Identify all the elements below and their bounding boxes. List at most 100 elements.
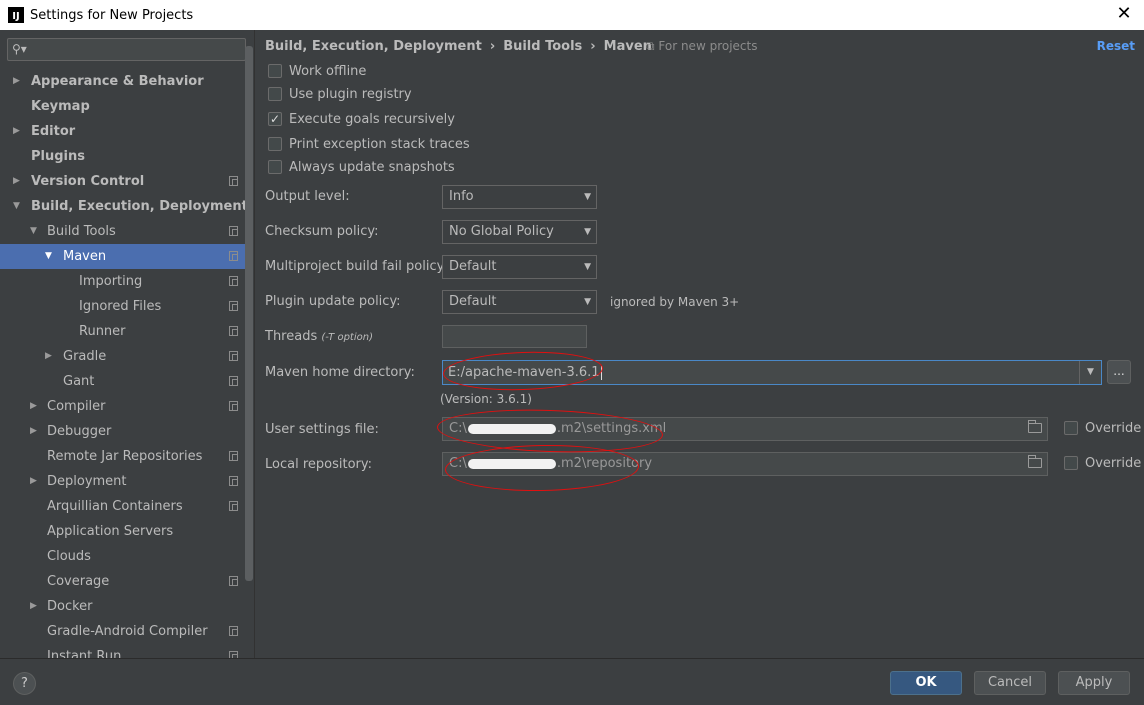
search-input[interactable]: ⚲▾: [7, 38, 246, 61]
sidebar-item-label: Appearance & Behavior: [31, 74, 204, 89]
sidebar-item-version-control[interactable]: ▶ Version Control: [0, 169, 245, 194]
checkbox[interactable]: [268, 136, 282, 151]
sidebar-item-remote-jar-repositories[interactable]: Remote Jar Repositories: [0, 444, 245, 469]
project-copy-icon: [229, 376, 238, 386]
sidebar-item-build-tools[interactable]: ▼ Build Tools: [0, 219, 245, 244]
redacted-mark: [467, 423, 556, 434]
dropdown-arrow-icon: ▼: [584, 192, 591, 202]
sidebar-item-deployment[interactable]: ▶ Deployment: [0, 469, 245, 494]
multiproject-fail-policy-select[interactable]: Default ▼: [442, 255, 597, 279]
plugin-update-policy-label: Plugin update policy:: [265, 294, 401, 309]
expand-right-icon[interactable]: ▶: [30, 469, 37, 494]
sidebar-item-label: Application Servers: [47, 524, 174, 539]
execute-goals-recursively-checkbox[interactable]: Execute goals recursively: [268, 109, 455, 130]
breadcrumb: Build, Execution, Deployment › Build Tools…: [265, 39, 652, 54]
cancel-button[interactable]: Cancel: [974, 671, 1046, 695]
print-exception-stack-traces-checkbox[interactable]: Print exception stack traces: [268, 135, 470, 155]
expand-right-icon[interactable]: ▶: [13, 169, 20, 194]
expand-down-icon[interactable]: ▼: [13, 194, 20, 219]
project-copy-icon: [229, 476, 238, 486]
sidebar-item-label: Importing: [79, 274, 143, 289]
sidebar-item-coverage[interactable]: Coverage: [0, 569, 245, 594]
threads-input[interactable]: [442, 325, 587, 348]
dropdown-arrow-icon[interactable]: ▼: [1079, 361, 1101, 384]
sidebar-item-compiler[interactable]: ▶ Compiler: [0, 394, 245, 419]
expand-down-icon[interactable]: ▼: [30, 219, 37, 244]
breadcrumb-item: Build Tools: [503, 39, 583, 54]
ok-button[interactable]: OK: [890, 671, 962, 695]
sidebar-item-gant[interactable]: Gant: [0, 369, 245, 394]
sidebar-item-appearance-behavior[interactable]: ▶ Appearance & Behavior: [0, 69, 245, 94]
checkbox[interactable]: [268, 159, 282, 174]
sidebar-scrollbar[interactable]: [245, 46, 253, 581]
work-offline-checkbox[interactable]: Work offline: [268, 62, 366, 82]
sidebar-item-label: Gradle-Android Compiler: [47, 624, 208, 639]
sidebar-item-application-servers[interactable]: Application Servers: [0, 519, 245, 544]
sidebar-item-label: Editor: [31, 124, 76, 139]
sidebar-item-label: Clouds: [47, 549, 91, 564]
sidebar-item-build-execution-deployment[interactable]: ▼ Build, Execution, Deployment: [0, 194, 248, 219]
sidebar-item-keymap[interactable]: Keymap: [0, 94, 245, 119]
sidebar-item-instant-run[interactable]: Instant Run: [0, 644, 245, 658]
plugin-update-note: ignored by Maven 3+: [610, 295, 740, 309]
output-level-select[interactable]: Info ▼: [442, 185, 597, 209]
sidebar-item-label: Maven: [63, 249, 107, 264]
maven-home-select[interactable]: E:/apache-maven-3.6.1 ▼: [442, 360, 1102, 385]
project-copy-icon: [229, 176, 238, 186]
sidebar-item-docker[interactable]: ▶ Docker: [0, 594, 245, 619]
sidebar-item-importing[interactable]: Importing: [0, 269, 245, 294]
checkbox[interactable]: [1064, 455, 1078, 470]
plugin-update-policy-select[interactable]: Default ▼: [442, 290, 597, 314]
project-copy-icon: [229, 401, 238, 411]
user-settings-field[interactable]: C:\ .m2\settings.xml: [442, 417, 1048, 441]
user-settings-override-checkbox[interactable]: Override: [1064, 419, 1141, 439]
sidebar-item-label: Version Control: [31, 174, 145, 189]
expand-right-icon[interactable]: ▶: [30, 419, 37, 444]
expand-right-icon[interactable]: ▶: [13, 69, 20, 94]
checkbox[interactable]: [268, 86, 282, 101]
sidebar-item-label: Build Tools: [47, 224, 116, 239]
checkbox[interactable]: [268, 63, 282, 78]
sidebar-item-label: Arquillian Containers: [47, 499, 183, 514]
intellij-app-icon: IJ: [8, 7, 24, 23]
browse-button[interactable]: ...: [1107, 360, 1131, 384]
checksum-policy-select[interactable]: No Global Policy ▼: [442, 220, 597, 244]
project-copy-icon: [229, 626, 238, 636]
output-level-label: Output level:: [265, 189, 350, 204]
sidebar-item-maven[interactable]: ▼ Maven: [0, 244, 245, 269]
sidebar-item-label: Build, Execution, Deployment: [31, 199, 248, 214]
sidebar-item-ignored-files[interactable]: Ignored Files: [0, 294, 245, 319]
sidebar-item-clouds[interactable]: Clouds: [0, 544, 245, 569]
sidebar-item-label: Debugger: [47, 424, 112, 439]
sidebar-item-gradle[interactable]: ▶ Gradle: [0, 344, 245, 369]
sidebar-item-label: Gant: [63, 374, 95, 389]
sidebar-item-gradle-android-compiler[interactable]: Gradle-Android Compiler: [0, 619, 245, 644]
dialog-footer: ? OK Cancel Apply: [0, 658, 1144, 705]
always-update-snapshots-checkbox[interactable]: Always update snapshots: [268, 158, 455, 178]
apply-button[interactable]: Apply: [1058, 671, 1130, 695]
help-button[interactable]: ?: [13, 672, 36, 695]
folder-icon[interactable]: [1028, 455, 1042, 468]
sidebar-item-arquillian-containers[interactable]: Arquillian Containers: [0, 494, 245, 519]
folder-icon[interactable]: [1028, 420, 1042, 433]
project-copy-icon: [229, 301, 238, 311]
local-repository-field[interactable]: C:\ .m2\repository: [442, 452, 1048, 476]
sidebar-item-debugger[interactable]: ▶ Debugger: [0, 419, 245, 444]
expand-down-icon[interactable]: ▼: [45, 244, 52, 269]
expand-right-icon[interactable]: ▶: [30, 394, 37, 419]
sidebar-item-plugins[interactable]: Plugins: [0, 144, 245, 169]
close-icon[interactable]: ✕: [1114, 4, 1134, 24]
expand-right-icon[interactable]: ▶: [45, 344, 52, 369]
checkbox-checked[interactable]: [268, 109, 282, 129]
sidebar-item-runner[interactable]: Runner: [0, 319, 245, 344]
maven-version: (Version: 3.6.1): [440, 392, 532, 406]
expand-right-icon[interactable]: ▶: [30, 594, 37, 619]
use-plugin-registry-checkbox[interactable]: Use plugin registry: [268, 85, 412, 105]
breadcrumb-item: Maven: [603, 39, 652, 54]
local-repository-override-checkbox[interactable]: Override: [1064, 454, 1141, 474]
checkbox[interactable]: [1064, 420, 1078, 435]
sidebar-item-editor[interactable]: ▶ Editor: [0, 119, 245, 144]
expand-right-icon[interactable]: ▶: [13, 119, 20, 144]
dropdown-arrow-icon: ▼: [584, 227, 591, 237]
reset-link[interactable]: Reset: [1097, 39, 1135, 53]
